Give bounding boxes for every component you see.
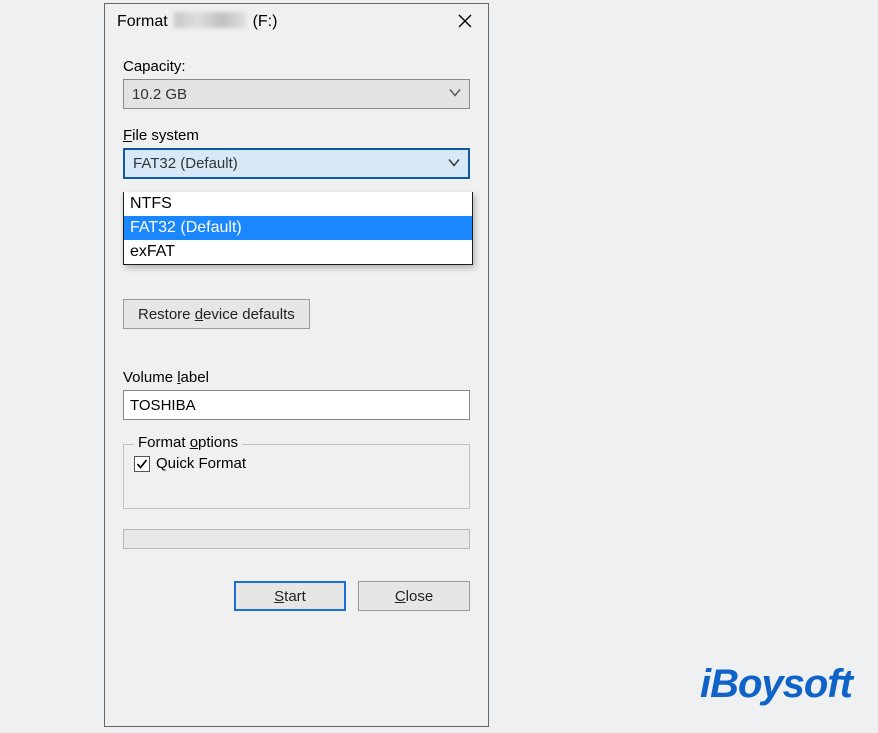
filesystem-label: File system — [123, 127, 470, 144]
volume-label-label: Volume label — [123, 369, 470, 386]
dialog-body: Capacity: 10.2 GB File system FAT32 (Def… — [105, 38, 488, 621]
check-icon — [136, 458, 148, 470]
format-options-group: Format options Quick Format — [123, 444, 470, 509]
progress-bar — [123, 529, 470, 549]
watermark-logo: iBoysoft — [700, 662, 852, 707]
quick-format-row[interactable]: Quick Format — [134, 455, 459, 472]
format-options-legend: Format options — [134, 434, 242, 451]
titlebar: Format (F:) — [105, 4, 488, 38]
filesystem-dropdown: NTFS FAT32 (Default) exFAT — [123, 192, 473, 265]
restore-defaults-label: Restore device defaults — [138, 306, 295, 323]
filesystem-value: FAT32 (Default) — [133, 155, 238, 172]
chevron-down-icon — [448, 155, 460, 172]
dialog-footer: Start Close — [123, 581, 470, 611]
volume-label-input[interactable] — [123, 390, 470, 420]
quick-format-checkbox[interactable] — [134, 456, 150, 472]
title-prefix: Format — [117, 13, 172, 30]
format-dialog: Format (F:) Capacity: 10.2 GB File syste… — [104, 3, 489, 727]
close-button[interactable]: Close — [358, 581, 470, 611]
close-window-button[interactable] — [442, 6, 488, 36]
restore-defaults-button[interactable]: Restore device defaults — [123, 299, 310, 329]
window-title: Format (F:) — [117, 12, 442, 31]
start-button[interactable]: Start — [234, 581, 346, 611]
close-icon — [458, 14, 472, 28]
capacity-value: 10.2 GB — [132, 86, 187, 103]
title-suffix: (F:) — [248, 13, 277, 30]
capacity-label: Capacity: — [123, 58, 470, 75]
title-redacted — [174, 12, 246, 28]
capacity-select[interactable]: 10.2 GB — [123, 79, 470, 109]
filesystem-option-exfat[interactable]: exFAT — [124, 240, 472, 264]
filesystem-select[interactable]: FAT32 (Default) — [123, 148, 470, 179]
filesystem-option-fat32[interactable]: FAT32 (Default) — [124, 216, 472, 240]
filesystem-option-ntfs[interactable]: NTFS — [124, 192, 472, 216]
quick-format-label: Quick Format — [156, 455, 246, 472]
chevron-down-icon — [449, 86, 461, 103]
